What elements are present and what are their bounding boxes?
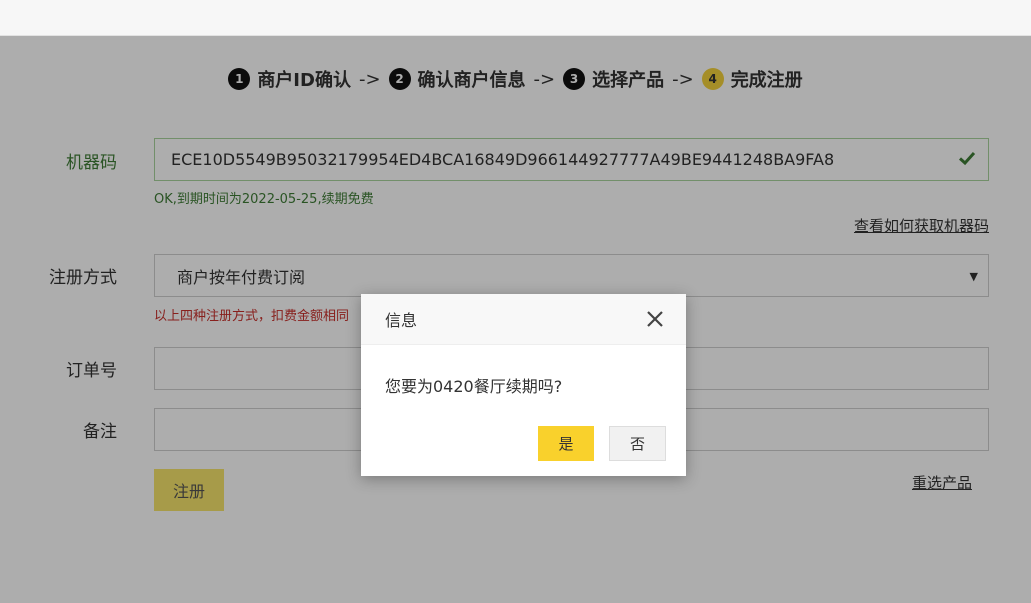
dialog-buttons: 是 否 <box>538 426 666 461</box>
confirm-dialog: 信息 您要为0420餐厅续期吗? 是 否 <box>361 294 686 476</box>
dialog-title: 信息 <box>385 311 418 330</box>
no-button[interactable]: 否 <box>609 426 666 461</box>
close-icon[interactable] <box>646 310 664 328</box>
dialog-message: 您要为0420餐厅续期吗? <box>385 377 563 396</box>
dialog-header: 信息 <box>361 294 686 345</box>
top-bar <box>0 0 1031 36</box>
yes-button[interactable]: 是 <box>538 426 594 461</box>
